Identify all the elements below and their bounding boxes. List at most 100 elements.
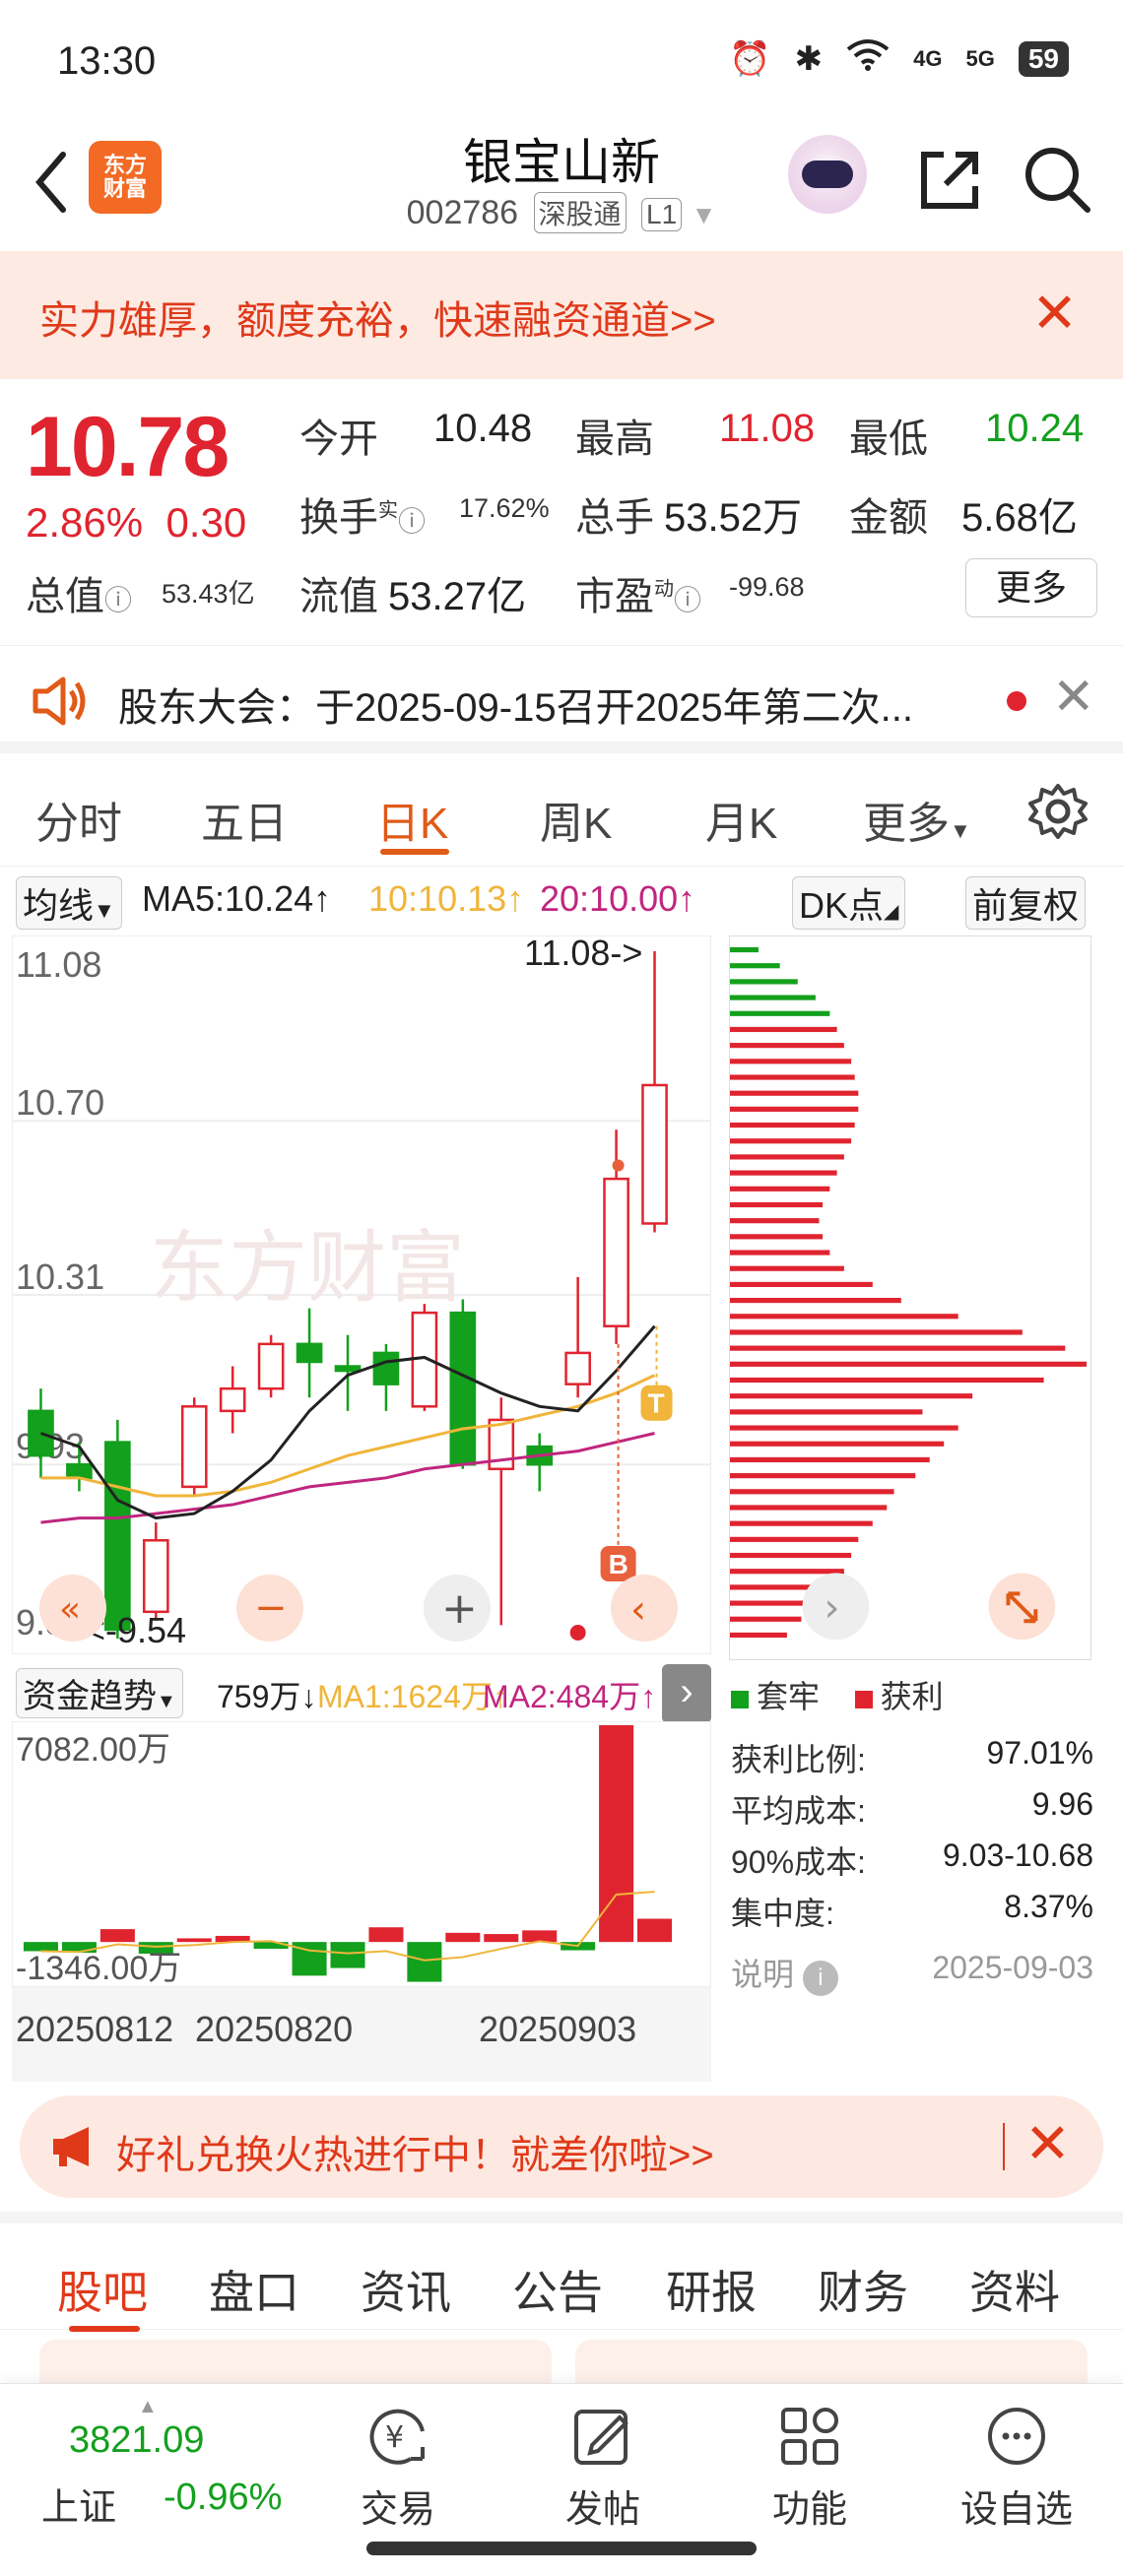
nav-trade[interactable]: ¥ 交易 <box>319 2402 477 2533</box>
candle-body[interactable] <box>104 1441 131 1632</box>
chip-bar <box>730 1106 859 1112</box>
candle-body[interactable] <box>449 1311 477 1466</box>
info-icon[interactable]: i <box>802 1961 838 1996</box>
chat-dots-icon <box>988 2408 1045 2465</box>
tab-news[interactable]: 资讯 <box>361 2257 451 2322</box>
double-chevron-left-icon[interactable]: « <box>59 1589 81 1630</box>
chip-bar <box>730 963 780 969</box>
tab-profile[interactable]: 资料 <box>969 2257 1060 2322</box>
plus-icon[interactable]: + <box>441 1583 478 1634</box>
fund-flow-bar[interactable] <box>330 1942 365 1968</box>
gift-text[interactable]: 好礼兑换火热进行中！就差你啦>> <box>116 2123 714 2180</box>
chip-bar <box>730 1010 830 1016</box>
fund-flow-bar[interactable] <box>445 1932 481 1943</box>
close-icon[interactable]: ✕ <box>1031 281 1078 346</box>
tab-order-book[interactable]: 盘口 <box>209 2257 299 2322</box>
chip-bar <box>730 1329 1023 1335</box>
post-icon <box>574 2410 628 2465</box>
tab-monthly-k[interactable]: 月K <box>705 788 777 851</box>
volume-value: 53.52万 <box>664 496 803 540</box>
fund-flow-bar[interactable] <box>253 1942 289 1949</box>
candle-body[interactable] <box>257 1342 285 1390</box>
fund-flow-bar[interactable] <box>484 1934 519 1943</box>
chevron-right-icon[interactable]: › <box>662 1664 711 1723</box>
chip-bar <box>730 1074 855 1080</box>
chip-bar <box>730 979 798 985</box>
minus-icon[interactable]: − <box>254 1585 288 1631</box>
dk-point-select[interactable]: DK点◢ <box>792 876 906 930</box>
chip-note-row[interactable]: 说明 i 2025-09-03 <box>731 1950 1093 1996</box>
gift-banner[interactable]: 好礼兑换火热进行中！就差你啦>> ✕ <box>20 2095 1103 2198</box>
close-icon[interactable]: ✕ <box>1024 2111 1071 2176</box>
open-value: 10.48 <box>433 407 533 450</box>
chevron-left-icon[interactable]: ‹ <box>630 1587 646 1633</box>
fund-flow-bar[interactable] <box>407 1942 442 1982</box>
candle-body[interactable] <box>142 1539 169 1614</box>
tab-more[interactable]: 更多▼ <box>863 788 971 851</box>
candle-body[interactable] <box>296 1342 323 1364</box>
unread-dot <box>1007 691 1026 711</box>
pe-value: -99.68 <box>729 572 805 602</box>
candle-body[interactable] <box>564 1351 591 1385</box>
notice-text[interactable]: 股东大会：于2025-09-15召开2025年第二次... <box>118 676 913 733</box>
status-time: 13:30 <box>57 39 157 83</box>
chip-distribution-chart[interactable]: › <box>729 935 1091 1660</box>
share-icon[interactable] <box>914 145 983 214</box>
candle-body[interactable] <box>28 1409 54 1457</box>
index-name[interactable]: 上证 <box>41 2477 116 2531</box>
candle-body[interactable] <box>66 1462 93 1480</box>
chip-bar <box>730 1536 859 1542</box>
tab-guba[interactable]: 股吧 <box>57 2257 148 2322</box>
fund-flow-bar[interactable] <box>176 1938 212 1943</box>
more-button[interactable]: 更多 <box>965 558 1097 617</box>
promo-text[interactable]: 实力雄厚，额度充裕，快速融资通道>> <box>39 289 716 346</box>
candle-body[interactable] <box>219 1386 246 1413</box>
index-change[interactable]: -0.96% <box>164 2477 282 2519</box>
candle-body[interactable] <box>603 1177 629 1327</box>
tab-intraday[interactable]: 分时 <box>35 788 122 851</box>
fund-flow-bar[interactable] <box>522 1930 558 1943</box>
nav-add-watchlist[interactable]: 设自选 <box>938 2402 1095 2533</box>
chevron-right-icon[interactable]: › <box>824 1585 839 1631</box>
tab-announcements[interactable]: 公告 <box>512 2257 603 2322</box>
tab-daily-k[interactable]: 日K <box>376 788 448 851</box>
chip-bar <box>730 1201 824 1208</box>
search-icon[interactable] <box>1021 143 1093 216</box>
chevron-down-icon[interactable]: ▼ <box>692 200 717 229</box>
nav-functions[interactable]: 功能 <box>731 2402 889 2533</box>
fund-trend-select[interactable]: 资金趋势▼ <box>16 1668 183 1718</box>
close-icon[interactable]: ✕ <box>1052 668 1095 727</box>
fund-flow-chart[interactable]: 7082.00万 -1346.00万 <box>12 1721 711 1987</box>
tab-financials[interactable]: 财务 <box>818 2257 908 2322</box>
quote-panel: 10.78 2.86% 0.30 今开 10.48 最高 11.08 最低 10… <box>0 379 1123 645</box>
nav-post[interactable]: 发帖 <box>524 2402 682 2533</box>
index-value[interactable]: 3821.09 <box>69 2419 204 2462</box>
chip-bar <box>730 1377 1044 1384</box>
adjust-select[interactable]: 前复权 <box>965 876 1087 930</box>
fund-flow-bar[interactable] <box>99 1929 135 1943</box>
current-price: 10.78 <box>26 400 230 494</box>
chip-bar <box>730 1138 852 1144</box>
megaphone-icon <box>53 2127 89 2166</box>
svg-text:¥: ¥ <box>385 2420 404 2455</box>
fund-ma1: MA1:1624万↑ <box>317 1679 508 1714</box>
candle-body[interactable] <box>334 1365 362 1373</box>
tab-five-day[interactable]: 五日 <box>201 788 288 851</box>
fund-flow-bar[interactable] <box>368 1927 404 1943</box>
candle-body[interactable] <box>180 1405 208 1489</box>
candle-body[interactable] <box>641 1083 668 1225</box>
chip-bar <box>730 1234 824 1240</box>
candle-body[interactable] <box>372 1351 400 1385</box>
tab-weekly-k[interactable]: 周K <box>540 788 612 851</box>
chip-bar <box>730 1473 916 1479</box>
indicator-select[interactable]: 均线▼ <box>16 876 122 930</box>
gear-icon[interactable] <box>1028 782 1088 841</box>
promo-banner[interactable]: 实力雄厚，额度充裕，快速融资通道>> ✕ <box>0 251 1123 379</box>
tab-research[interactable]: 研报 <box>666 2257 757 2322</box>
float-value: 53.27亿 <box>388 575 527 618</box>
assistant-robot-icon[interactable] <box>788 135 867 214</box>
active-tab-indicator <box>69 2326 140 2332</box>
fund-flow-bar[interactable] <box>637 1918 673 1943</box>
candlestick-chart[interactable]: 东方财富 11.0810.7010.319.939.54 11.08-> <-9… <box>12 935 711 1654</box>
notice-bar[interactable]: 股东大会：于2025-09-15召开2025年第二次... ✕ <box>0 645 1123 753</box>
